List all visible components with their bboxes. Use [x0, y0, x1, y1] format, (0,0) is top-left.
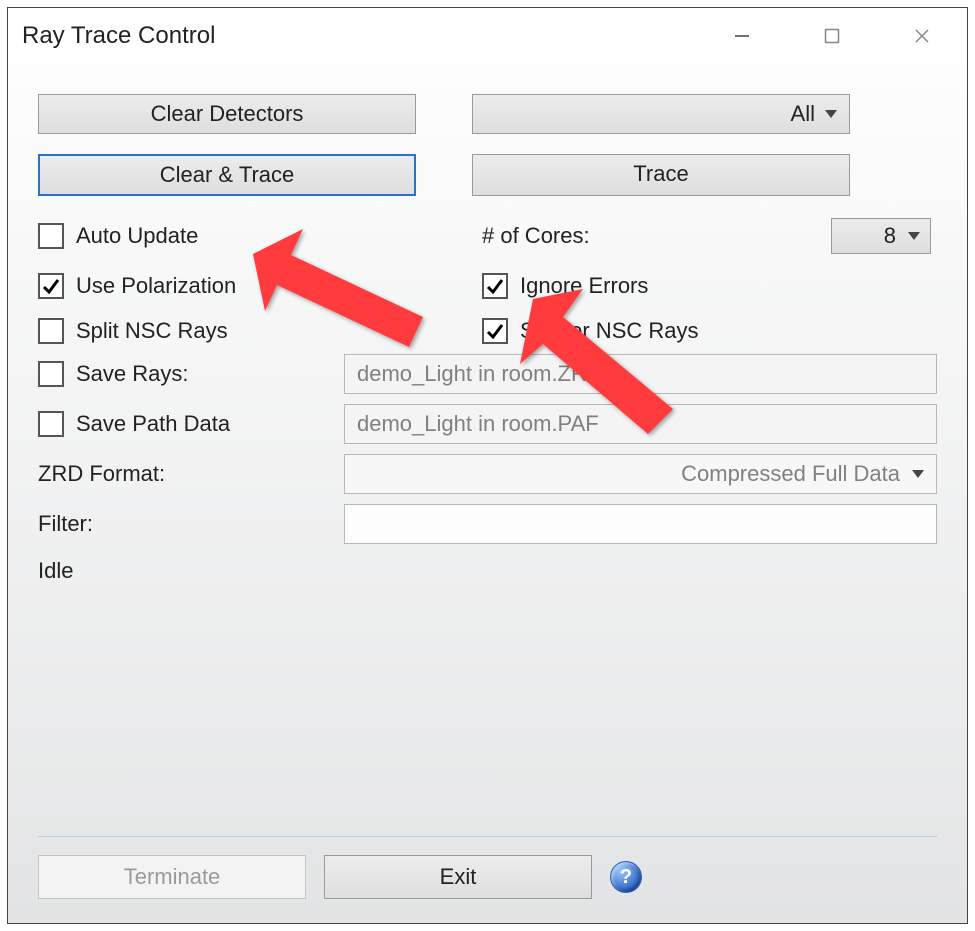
trace-button[interactable]: Trace: [472, 154, 850, 196]
ray-trace-control-window: Ray Trace Control: [7, 7, 968, 924]
use-polarization-checkbox[interactable]: [38, 273, 64, 299]
scatter-nsc-rays-row: Scatter NSC Rays: [472, 318, 937, 344]
save-path-data-label: Save Path Data: [76, 411, 230, 437]
save-rays-label: Save Rays:: [76, 361, 189, 387]
zrd-format-value: Compressed Full Data: [681, 461, 900, 487]
use-polarization-label: Use Polarization: [76, 273, 236, 299]
window-title: Ray Trace Control: [22, 22, 697, 50]
detector-select-value: All: [791, 101, 815, 127]
ignore-errors-label: Ignore Errors: [520, 273, 648, 299]
split-nsc-rays-label: Split NSC Rays: [76, 318, 228, 344]
status-text: Idle: [38, 558, 937, 584]
cores-label: # of Cores:: [482, 223, 590, 249]
cores-row: # of Cores: 8: [472, 218, 937, 254]
close-button[interactable]: [877, 8, 967, 64]
maximize-icon: [823, 27, 841, 45]
save-path-file-input[interactable]: [344, 404, 937, 444]
titlebar: Ray Trace Control: [8, 8, 967, 64]
cores-value: 8: [884, 223, 896, 249]
auto-update-row: Auto Update: [38, 223, 472, 249]
auto-update-checkbox[interactable]: [38, 223, 64, 249]
maximize-button[interactable]: [787, 8, 877, 64]
close-icon: [912, 26, 932, 46]
zrd-format-select[interactable]: Compressed Full Data: [344, 454, 937, 494]
help-icon[interactable]: ?: [610, 861, 642, 893]
clear-and-trace-button[interactable]: Clear & Trace: [38, 154, 416, 196]
auto-update-label: Auto Update: [76, 223, 198, 249]
filter-label: Filter:: [38, 511, 93, 537]
separator: [38, 836, 937, 837]
chevron-down-icon: [912, 470, 924, 478]
zrd-format-label: ZRD Format:: [38, 461, 165, 487]
scatter-nsc-rays-label: Scatter NSC Rays: [520, 318, 699, 344]
exit-button[interactable]: Exit: [324, 855, 592, 899]
terminate-button[interactable]: Terminate: [38, 855, 306, 899]
save-rays-checkbox[interactable]: [38, 361, 64, 387]
save-path-data-checkbox[interactable]: [38, 411, 64, 437]
clear-detectors-button[interactable]: Clear Detectors: [38, 94, 416, 134]
minimize-button[interactable]: [697, 8, 787, 64]
split-nsc-rays-row: Split NSC Rays: [38, 318, 472, 344]
detector-select-dropdown[interactable]: All: [472, 94, 850, 134]
chevron-down-icon: [825, 110, 837, 118]
split-nsc-rays-checkbox[interactable]: [38, 318, 64, 344]
minimize-icon: [732, 26, 752, 46]
filter-input[interactable]: [344, 504, 937, 544]
save-rays-file-input[interactable]: [344, 354, 937, 394]
chevron-down-icon: [908, 232, 920, 240]
ignore-errors-checkbox[interactable]: [482, 273, 508, 299]
cores-select[interactable]: 8: [831, 218, 931, 254]
scatter-nsc-rays-checkbox[interactable]: [482, 318, 508, 344]
titlebar-buttons: [697, 8, 967, 64]
use-polarization-row: Use Polarization: [38, 273, 472, 299]
ignore-errors-row: Ignore Errors: [472, 273, 937, 299]
